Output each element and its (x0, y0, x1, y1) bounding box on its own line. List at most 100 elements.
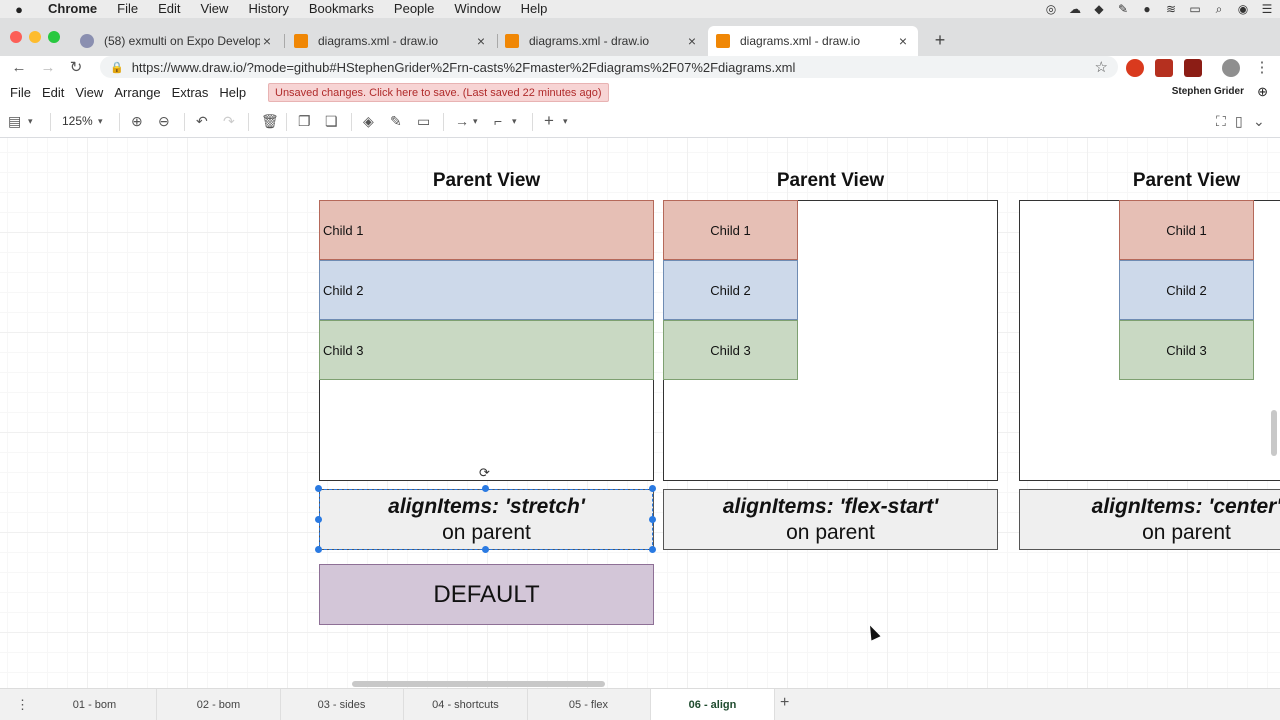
page-tab[interactable]: 02 - bom (157, 689, 281, 720)
battery-icon[interactable]: ▭ (1188, 3, 1202, 15)
mac-menu-bookmarks[interactable]: Bookmarks (299, 0, 384, 18)
url-text[interactable]: https://www.draw.io/?mode=github#HStephe… (132, 60, 796, 75)
menu-arrange[interactable]: Arrange (109, 85, 166, 100)
align-caption[interactable]: alignItems: 'center' on parent (1019, 489, 1280, 550)
close-window-button[interactable] (10, 31, 22, 43)
menu-extras[interactable]: Extras (167, 85, 215, 100)
child-2[interactable]: Child 2 (1119, 260, 1254, 320)
zoom-in-icon[interactable]: ⊕ (131, 113, 143, 131)
menu-view[interactable]: View (70, 85, 109, 100)
chevron-down-icon[interactable]: ▾ (28, 116, 33, 134)
browser-tab-active[interactable]: diagrams.xml - draw.io × (708, 26, 918, 56)
maximize-window-button[interactable] (48, 31, 60, 43)
resize-handle[interactable] (315, 485, 322, 492)
redo-icon[interactable]: ↷ (223, 113, 235, 131)
shadow-icon[interactable]: ▭ (417, 113, 430, 131)
address-bar[interactable]: 🔒 https://www.draw.io/?mode=github#HStep… (100, 56, 1118, 78)
close-tab-icon[interactable]: × (260, 33, 274, 49)
dropbox-icon[interactable]: ◆ (1092, 3, 1106, 15)
glasses-icon[interactable]: ◎ (1044, 3, 1058, 15)
undo-icon[interactable]: ↶ (196, 113, 208, 131)
rotate-handle-icon[interactable]: ⟳ (479, 465, 490, 481)
format-panel-icon[interactable]: ▤ (8, 113, 21, 131)
insert-icon[interactable]: + (544, 111, 554, 130)
child-2[interactable]: Child 2 (319, 260, 654, 320)
delete-icon[interactable]: 🗑 (261, 113, 279, 131)
parent-view-title[interactable]: Parent View (1019, 170, 1280, 192)
minimize-window-button[interactable] (29, 31, 41, 43)
close-tab-icon[interactable]: × (896, 33, 910, 49)
back-icon[interactable]: ← (9, 58, 29, 78)
cloud-icon[interactable]: ☁ (1068, 3, 1082, 15)
mac-menu-help[interactable]: Help (511, 0, 558, 18)
chevron-down-icon[interactable]: ▾ (563, 116, 568, 134)
add-page-button[interactable]: + (780, 694, 789, 712)
record-icon[interactable]: ● (1140, 3, 1154, 15)
connection-icon[interactable]: → (455, 113, 469, 131)
zoom-level[interactable]: 125% (62, 114, 93, 128)
horizontal-scrollbar[interactable] (352, 681, 605, 687)
resize-handle[interactable] (649, 485, 656, 492)
align-caption[interactable]: alignItems: 'flex-start' on parent (663, 489, 998, 550)
extension-icon[interactable] (1155, 59, 1173, 77)
page-tab-active[interactable]: 06 - align (651, 689, 775, 720)
to-back-icon[interactable]: ❏ (325, 113, 338, 131)
line-color-icon[interactable]: ✎ (390, 113, 402, 131)
extension-icon[interactable] (1184, 59, 1202, 77)
siri-icon[interactable]: ◉ (1236, 3, 1250, 15)
mac-menu-edit[interactable]: Edit (148, 0, 190, 18)
chevron-down-icon[interactable]: ▾ (98, 116, 103, 134)
unsaved-changes-notice[interactable]: Unsaved changes. Click here to save. (La… (268, 83, 609, 102)
default-label-box[interactable]: DEFAULT (319, 564, 654, 625)
resize-handle[interactable] (649, 546, 656, 553)
profile-avatar[interactable] (1222, 59, 1240, 77)
format-toggle-icon[interactable]: ▯ (1235, 113, 1243, 131)
child-1[interactable]: Child 1 (1119, 200, 1254, 260)
close-tab-icon[interactable]: × (474, 33, 488, 49)
diagram-canvas[interactable]: Parent View Child 1 Child 2 Child 3 ⟳ al… (0, 138, 1280, 688)
mac-menu-people[interactable]: People (384, 0, 444, 18)
pages-menu-icon[interactable]: ⋮ (16, 697, 29, 713)
user-name[interactable]: Stephen Grider (1172, 86, 1244, 97)
new-tab-button[interactable]: + (930, 30, 950, 51)
child-3[interactable]: Child 3 (1119, 320, 1254, 380)
fill-color-icon[interactable]: ◈ (363, 113, 374, 131)
to-front-icon[interactable]: ❐ (298, 113, 311, 131)
bookmark-star-icon[interactable]: ☆ (1095, 58, 1108, 76)
extension-icon[interactable] (1126, 59, 1144, 77)
mac-menu-file[interactable]: File (107, 0, 148, 18)
mac-menu-window[interactable]: Window (444, 0, 510, 18)
resize-handle[interactable] (482, 485, 489, 492)
browser-tab[interactable]: diagrams.xml - draw.io × (497, 26, 707, 56)
mac-menu-history[interactable]: History (238, 0, 298, 18)
chevron-down-icon[interactable]: ▾ (512, 116, 517, 134)
menu-app-name[interactable]: Chrome (38, 0, 107, 18)
page-tab[interactable]: 03 - sides (280, 689, 404, 720)
resize-handle[interactable] (315, 546, 322, 553)
reload-icon[interactable]: ↻ (66, 58, 86, 78)
collapse-icon[interactable]: ⌄ (1253, 113, 1265, 131)
page-tab[interactable]: 04 - shortcuts (404, 689, 528, 720)
chevron-down-icon[interactable]: ▾ (473, 116, 478, 134)
apple-icon[interactable]: ● (0, 2, 38, 17)
forward-icon[interactable]: → (38, 58, 58, 78)
evernote-icon[interactable]: ✎ (1116, 3, 1130, 15)
child-1[interactable]: Child 1 (319, 200, 654, 260)
more-menu-icon[interactable]: ⋮ (1252, 58, 1272, 78)
parent-view-title[interactable]: Parent View (319, 170, 654, 192)
browser-tab[interactable]: (58) exmulti on Expo Develope × (72, 26, 282, 56)
vertical-scrollbar[interactable] (1271, 410, 1277, 456)
child-3[interactable]: Child 3 (319, 320, 654, 380)
notification-center-icon[interactable]: ☰ (1260, 3, 1274, 15)
align-caption[interactable]: alignItems: 'stretch' on parent (319, 489, 654, 550)
mac-menu-view[interactable]: View (190, 0, 238, 18)
wifi-icon[interactable]: ≋ (1164, 3, 1178, 15)
menu-edit[interactable]: Edit (37, 85, 70, 100)
child-3[interactable]: Child 3 (663, 320, 798, 380)
page-tab[interactable]: 05 - flex (527, 689, 651, 720)
resize-handle[interactable] (649, 516, 656, 523)
child-1[interactable]: Child 1 (663, 200, 798, 260)
child-2[interactable]: Child 2 (663, 260, 798, 320)
resize-handle[interactable] (315, 516, 322, 523)
menu-help[interactable]: Help (214, 85, 252, 100)
